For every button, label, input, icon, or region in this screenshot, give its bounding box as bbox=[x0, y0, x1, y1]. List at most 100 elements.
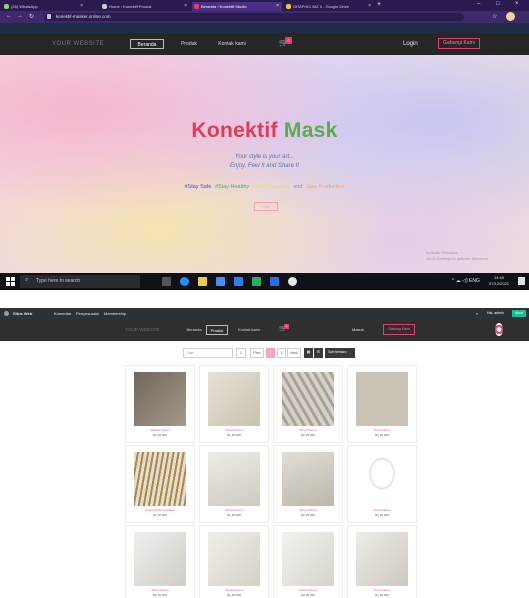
hero-cta-button[interactable]: Lihat bbox=[254, 202, 278, 211]
site-brand[interactable]: YOUR WEBSITE bbox=[125, 319, 160, 341]
cart-icon[interactable]: 🛒 0 bbox=[279, 324, 289, 332]
product-card[interactable]: Strap Kalung Rp 30.000 bbox=[347, 525, 417, 598]
product-name[interactable]: Strap Kalung bbox=[348, 508, 416, 512]
windows-start-icon[interactable] bbox=[6, 277, 15, 286]
join-button[interactable]: Gabung Kami bbox=[383, 324, 415, 335]
excel-icon[interactable] bbox=[252, 277, 261, 286]
close-window-icon[interactable]: × bbox=[515, 1, 519, 7]
login-link[interactable]: Login bbox=[403, 39, 418, 49]
nav-beranda[interactable]: Beranda bbox=[183, 325, 205, 335]
close-tab-icon[interactable]: × bbox=[184, 2, 187, 11]
product-card[interactable]: Strap Kalung Rp 30.000 bbox=[273, 445, 343, 523]
product-name[interactable]: Strap Kalung bbox=[274, 508, 342, 512]
product-name[interactable]: Strap Kalung bbox=[348, 428, 416, 432]
browser-tab[interactable]: Home ‹ Konektif Produk × bbox=[100, 2, 190, 11]
product-image[interactable] bbox=[134, 372, 186, 426]
product-image[interactable] bbox=[208, 372, 260, 426]
product-name[interactable]: Gelang Kalung Masker bbox=[126, 508, 194, 512]
product-image[interactable] bbox=[282, 452, 334, 506]
list-view-icon[interactable]: ☰ bbox=[314, 348, 323, 358]
new-tab-icon[interactable]: + bbox=[377, 1, 381, 8]
product-card[interactable]: Strap Kalung Rp 30.000 bbox=[199, 445, 269, 523]
wp-search-icon[interactable]: ⌕ bbox=[476, 308, 478, 319]
forward-icon[interactable]: → bbox=[17, 13, 23, 19]
wp-account[interactable]: Akun bbox=[512, 310, 526, 317]
product-card[interactable]: Gelang Kalung Masker Rp 30.000 bbox=[125, 445, 195, 523]
join-button[interactable]: Gabungi Kami bbox=[438, 38, 480, 49]
product-card[interactable]: Strap Kalung Rp 30.000 bbox=[273, 365, 343, 443]
nav-produk[interactable]: Produk bbox=[206, 325, 228, 335]
product-card[interactable]: Strap Kalung Rp 30.000 bbox=[347, 445, 417, 523]
product-image[interactable] bbox=[356, 452, 408, 506]
store-icon[interactable] bbox=[216, 277, 225, 286]
product-image[interactable] bbox=[134, 452, 186, 506]
wp-menu-item[interactable]: Penyesuaian bbox=[76, 308, 99, 319]
product-name[interactable]: Strap Kalung bbox=[126, 588, 194, 592]
product-name[interactable]: Strap Kalung bbox=[200, 588, 268, 592]
product-image[interactable] bbox=[282, 372, 334, 426]
product-image[interactable] bbox=[208, 452, 260, 506]
taskbar-clock[interactable]: 14:45 07/12/2021 bbox=[489, 275, 509, 287]
system-tray[interactable]: ^ ☁ ◁) ENG bbox=[452, 273, 480, 290]
edge-icon[interactable] bbox=[180, 277, 189, 286]
profile-avatar[interactable] bbox=[506, 12, 515, 21]
product-search-input[interactable]: Cari bbox=[183, 348, 233, 358]
product-card[interactable]: Strap Kalung Rp 30.000 bbox=[199, 365, 269, 443]
file-explorer-icon[interactable] bbox=[198, 277, 207, 286]
sort-select[interactable]: Sort terbaru bbox=[325, 348, 355, 358]
konektif-logo[interactable] bbox=[493, 322, 505, 337]
page-current[interactable]: 2 bbox=[266, 348, 275, 358]
browser-tab[interactable]: (28) WhatsApp × bbox=[2, 2, 86, 11]
wp-site-link[interactable]: Situs Web bbox=[13, 308, 32, 319]
product-image[interactable] bbox=[356, 532, 408, 586]
product-name[interactable]: Strap Kalung bbox=[200, 508, 268, 512]
product-name[interactable]: Strap Kalung bbox=[274, 588, 342, 592]
star-icon[interactable]: ☆ bbox=[492, 13, 497, 20]
address-bar[interactable]: konektif-masker.online.com bbox=[44, 13, 464, 21]
wp-menu-item[interactable]: Komentar bbox=[54, 308, 71, 319]
product-image[interactable] bbox=[208, 532, 260, 586]
product-name[interactable]: Strap Kalung bbox=[348, 588, 416, 592]
task-view-icon[interactable] bbox=[162, 277, 171, 286]
maximize-icon[interactable]: □ bbox=[496, 1, 500, 7]
mail-icon[interactable] bbox=[234, 277, 243, 286]
login-link[interactable]: Masuk bbox=[352, 325, 364, 335]
nav-kontak[interactable]: Kontak kami bbox=[212, 39, 252, 49]
nav-kontak[interactable]: Kontak kami bbox=[232, 325, 266, 335]
nav-produk[interactable]: Produk bbox=[176, 39, 202, 49]
cart-icon[interactable]: 🛒 0 bbox=[279, 37, 292, 47]
chrome-icon[interactable] bbox=[288, 277, 297, 286]
taskbar-search[interactable]: ⌕ Type here to search bbox=[20, 275, 140, 288]
product-name[interactable]: Strap Kalung bbox=[274, 428, 342, 432]
product-card[interactable]: Strap Kalung Rp 30.000 bbox=[347, 365, 417, 443]
wp-menu-item[interactable]: Membership bbox=[104, 308, 126, 319]
word-icon[interactable] bbox=[270, 277, 279, 286]
notification-icon[interactable] bbox=[518, 277, 525, 285]
browser-tab[interactable]: GRAPHIC BIZ II - Google Drive × bbox=[284, 2, 374, 11]
wp-howdy[interactable]: Hai, admin bbox=[484, 310, 507, 317]
page-next[interactable]: Next bbox=[287, 348, 301, 358]
product-card[interactable]: Strap Kalung Rp 30.000 bbox=[273, 525, 343, 598]
page-link[interactable]: 3 bbox=[277, 348, 286, 358]
wordpress-icon[interactable] bbox=[4, 311, 9, 316]
product-name[interactable]: Masker Sarimi bbox=[126, 428, 194, 432]
close-tab-icon[interactable]: × bbox=[80, 2, 83, 11]
close-tab-icon[interactable]: × bbox=[368, 2, 371, 11]
product-name[interactable]: Strap Kalung bbox=[200, 428, 268, 432]
product-card[interactable]: Strap Kalung Rp 30.000 bbox=[199, 525, 269, 598]
browser-tab-active[interactable]: Beranda ‹ Konektif Studio × bbox=[192, 2, 282, 11]
product-card[interactable]: Masker Sarimi Rp 25.000 bbox=[125, 365, 195, 443]
back-icon[interactable]: ← bbox=[6, 13, 12, 19]
grid-view-icon[interactable]: ▦ bbox=[304, 348, 313, 358]
site-brand[interactable]: YOUR WEBSITE bbox=[52, 33, 104, 55]
product-image[interactable] bbox=[134, 532, 186, 586]
minimize-icon[interactable]: – bbox=[477, 1, 480, 7]
page-prev[interactable]: Prev bbox=[250, 348, 264, 358]
product-card[interactable]: Strap Kalung Rp 30.000 bbox=[125, 525, 195, 598]
close-tab-icon[interactable]: × bbox=[276, 2, 279, 11]
reload-icon[interactable]: ↻ bbox=[29, 13, 34, 20]
nav-beranda[interactable]: Beranda bbox=[130, 39, 164, 49]
page-link[interactable]: 1 bbox=[236, 348, 246, 358]
product-image[interactable] bbox=[282, 532, 334, 586]
product-image[interactable] bbox=[356, 372, 408, 426]
